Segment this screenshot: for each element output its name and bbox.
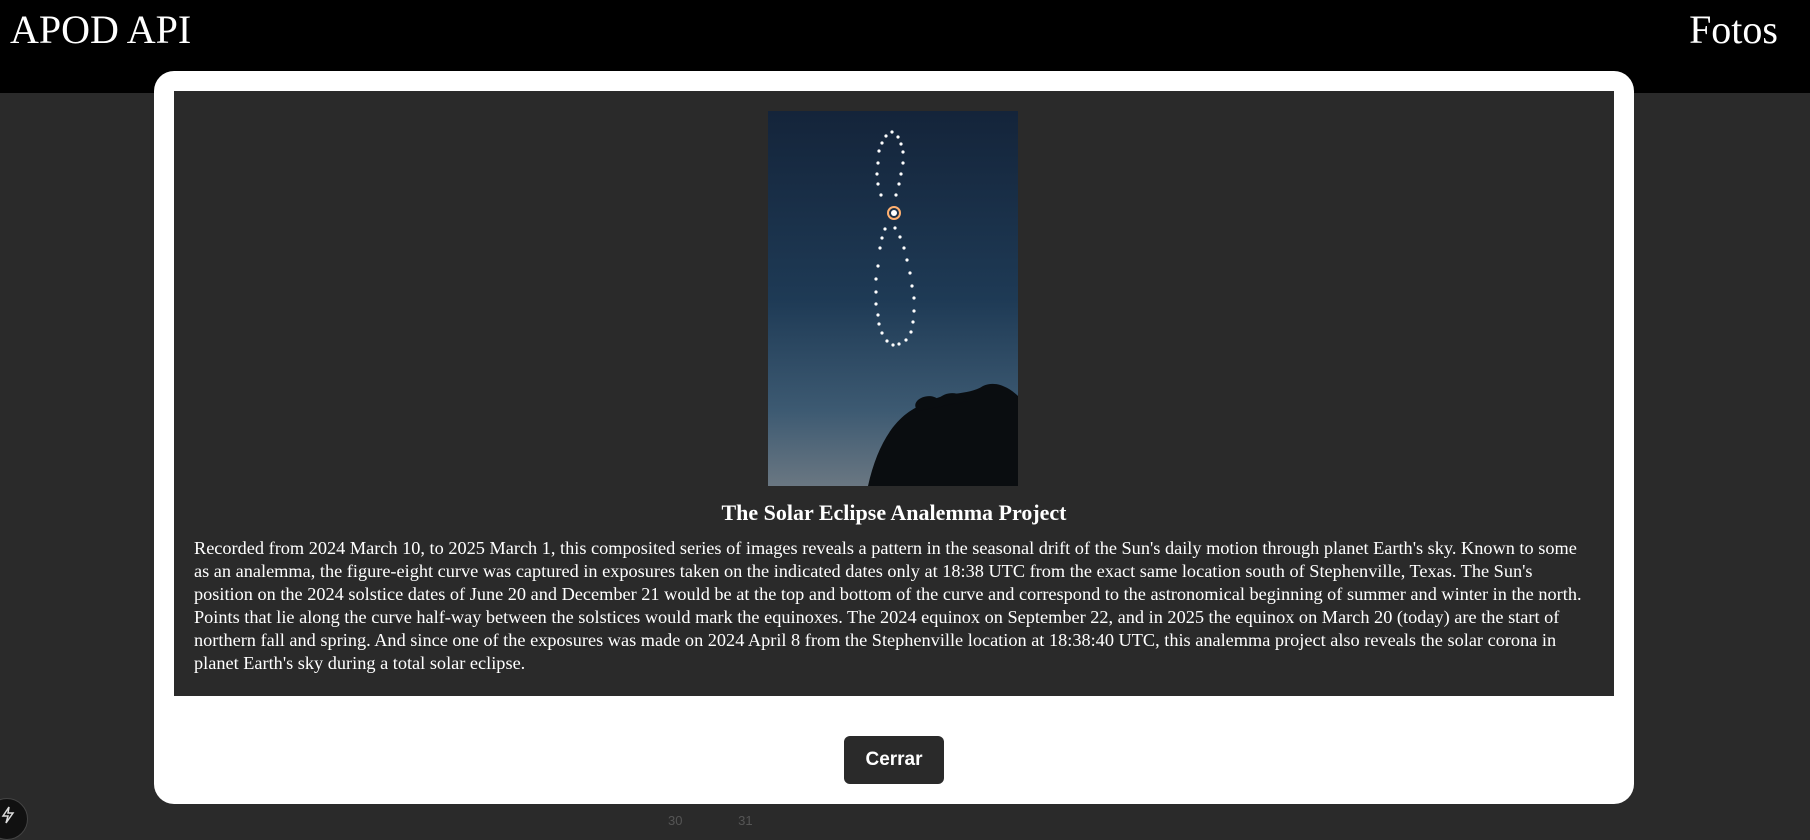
photo-card: The Solar Eclipse Analemma Project Recor…: [174, 91, 1614, 696]
bolt-icon: [1, 806, 15, 824]
dev-tools-badge[interactable]: [0, 798, 28, 840]
apod-image: [768, 111, 1018, 486]
background-number: 31: [738, 813, 753, 828]
background-pagination: 30 31: [668, 813, 805, 828]
photo-modal: The Solar Eclipse Analemma Project Recor…: [154, 71, 1634, 804]
background-number: 30: [668, 813, 683, 828]
nav-fotos-link[interactable]: Fotos: [1689, 6, 1778, 54]
photo-description: Recorded from 2024 March 10, to 2025 Mar…: [194, 538, 1582, 673]
brand-title: APOD API: [10, 7, 192, 52]
photo-title: The Solar Eclipse Analemma Project: [721, 500, 1067, 525]
close-button[interactable]: Cerrar: [844, 736, 944, 784]
